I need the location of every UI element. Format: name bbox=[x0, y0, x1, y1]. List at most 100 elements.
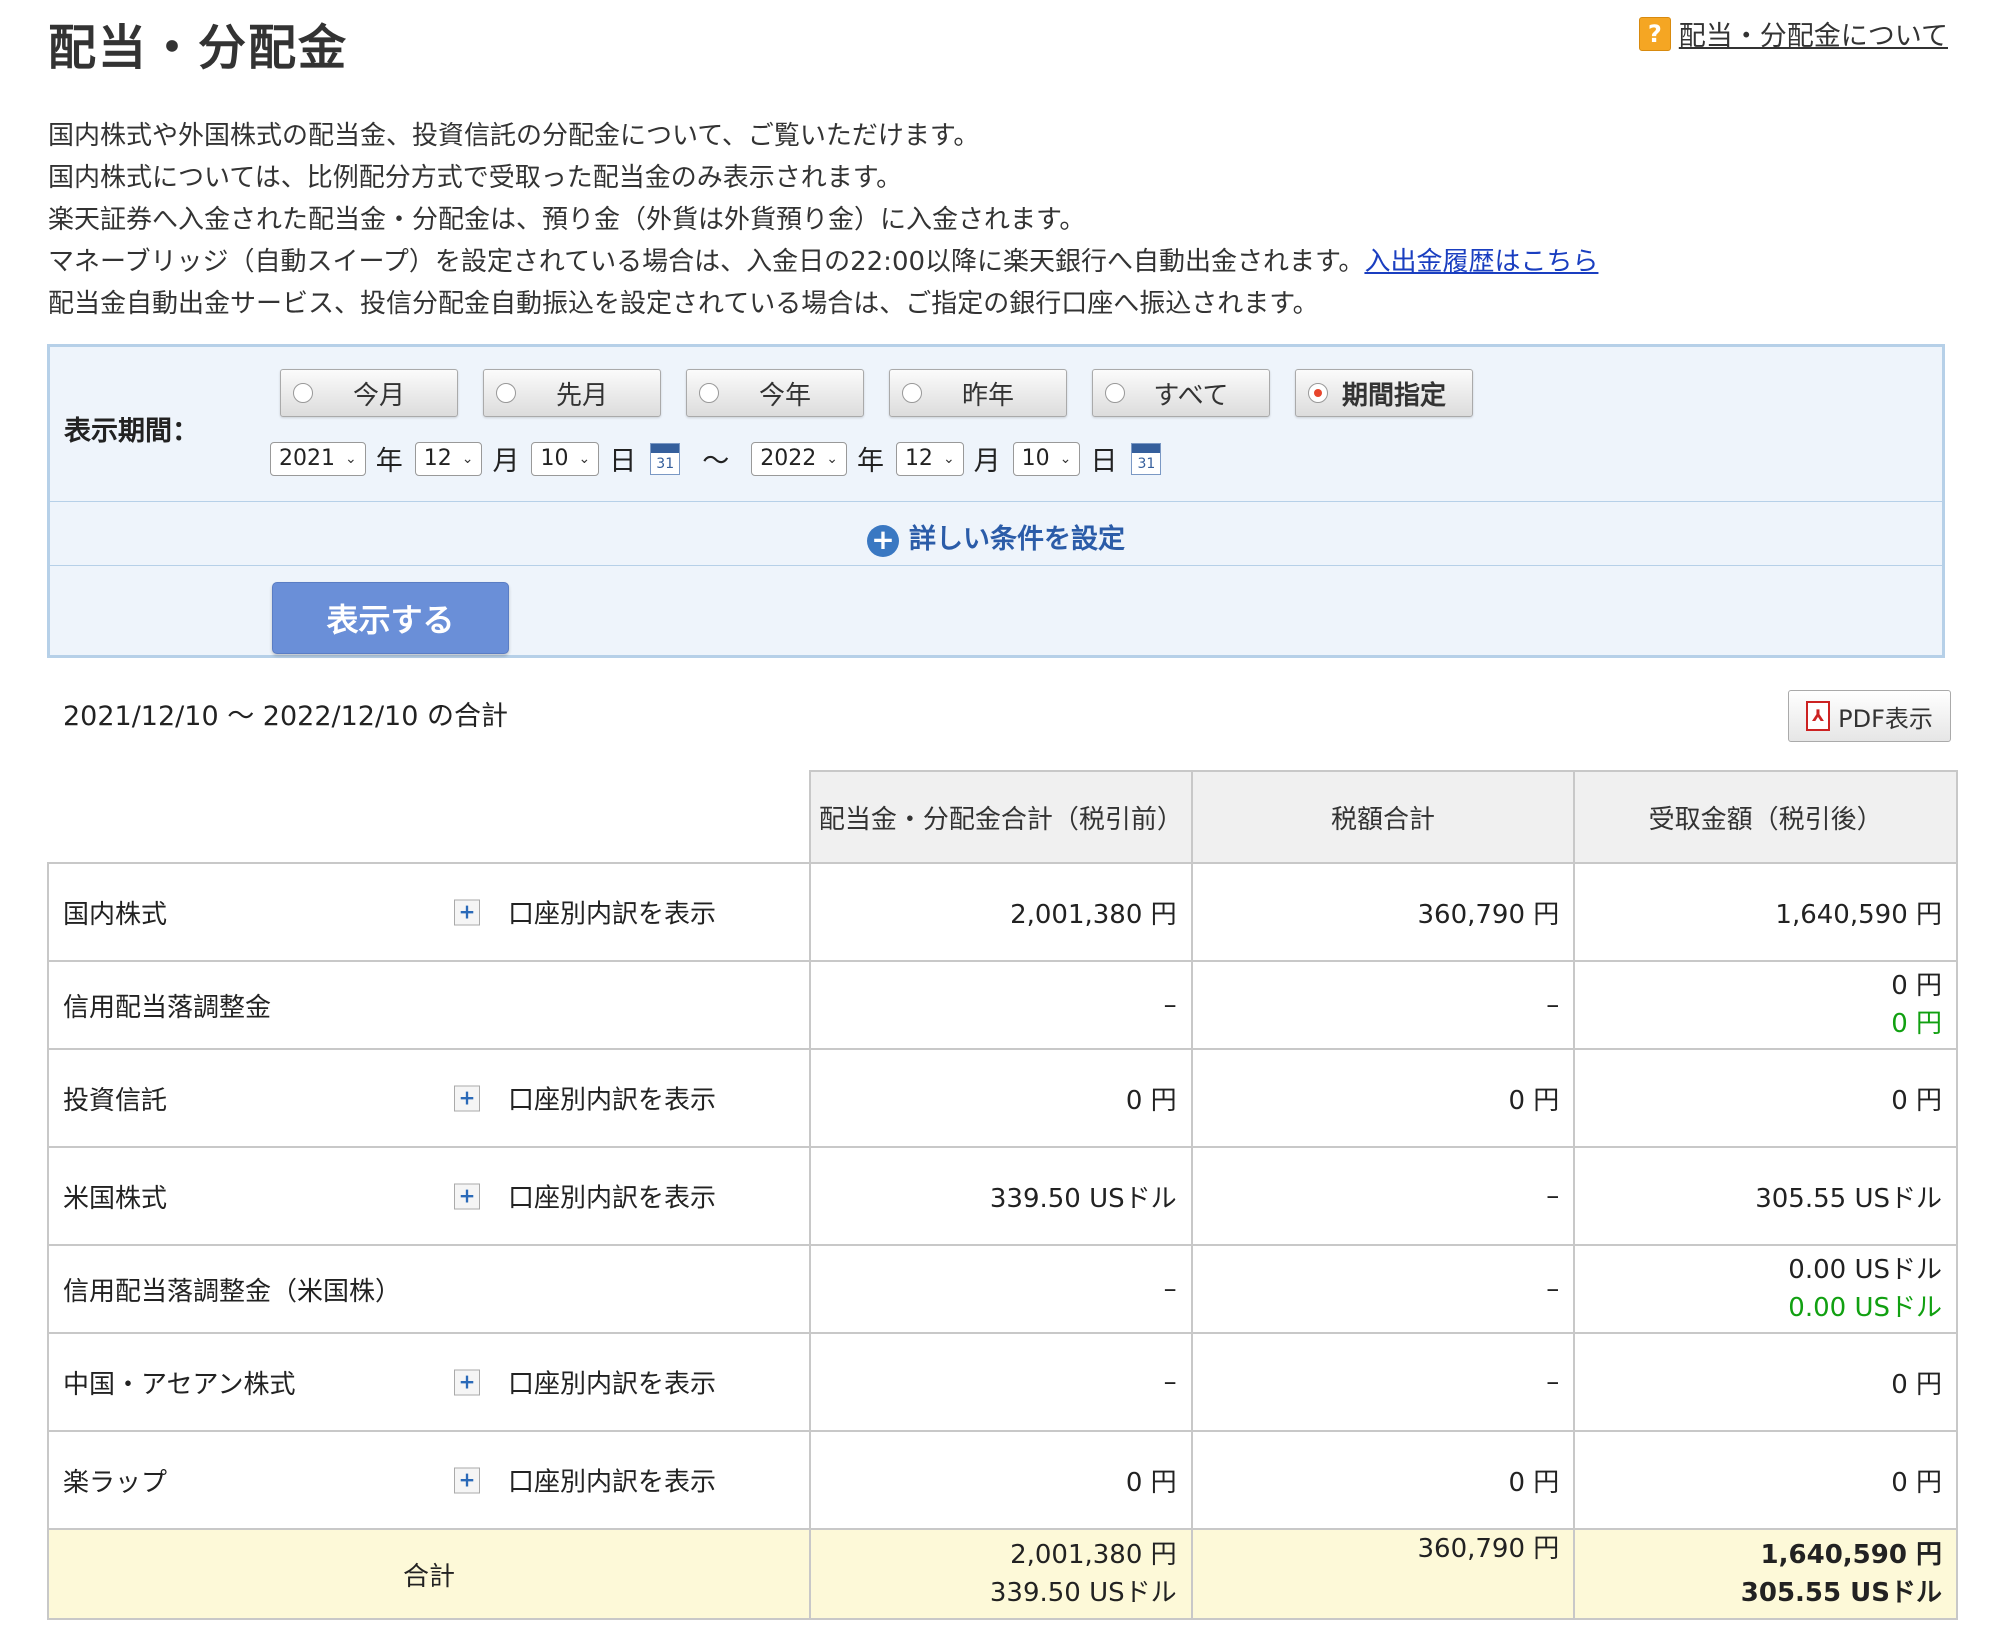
table-row: 中国・アセアン株式 + 口座別内訳を表示 – – 0 円 bbox=[47, 1332, 1958, 1432]
show-button[interactable]: 表示する bbox=[272, 582, 509, 654]
pre-tax-cell: – bbox=[808, 1244, 1193, 1334]
intro-line: 配当金自動出金サービス、投信分配金自動振込を設定されている場合は、ご指定の銀行口… bbox=[48, 289, 1319, 319]
select-value: 2022 bbox=[760, 446, 817, 471]
intro-line-text: マネーブリッジ（自動スイープ）を設定されている場合は、入金日の22:00以降に楽… bbox=[48, 247, 1365, 277]
pre-tax-cell: 0 円 bbox=[808, 1048, 1193, 1148]
chevron-down-icon: ⌄ bbox=[345, 450, 357, 467]
chevron-down-icon: ⌄ bbox=[461, 450, 474, 467]
breakdown-label: 口座別内訳を表示 bbox=[508, 1085, 717, 1116]
divider bbox=[50, 565, 1942, 566]
select-value: 12 bbox=[904, 446, 933, 471]
to-month-select[interactable]: 12 ⌄ bbox=[895, 441, 964, 476]
breakdown-toggle[interactable]: + 口座別内訳を表示 bbox=[454, 1080, 716, 1117]
row-name-cell: 投資信託 + 口座別内訳を表示 bbox=[47, 1048, 811, 1148]
row-name: 投資信託 bbox=[63, 1085, 168, 1116]
radio-label: すべて bbox=[1153, 380, 1229, 411]
radio-custom-period[interactable]: 期間指定 bbox=[1295, 369, 1473, 417]
radio-last-month[interactable]: 先月 bbox=[483, 369, 661, 417]
total-tax-cell: 360,790 円 bbox=[1190, 1528, 1576, 1620]
received-value: 0.00 USドル bbox=[1788, 1255, 1942, 1285]
intro-line: 国内株式や外国株式の配当金、投資信託の分配金について、ご覧いただけます。 bbox=[48, 121, 980, 151]
received-cell: 0 円 bbox=[1573, 1048, 1958, 1148]
tax-cell: 0 円 bbox=[1190, 1048, 1576, 1148]
total-received-jpy: 1,640,590 円 bbox=[1760, 1540, 1942, 1570]
pre-tax-cell: – bbox=[808, 1332, 1193, 1432]
table-header-row: 配当金・分配金合計（税引前） 税額合計 受取金額（税引後） bbox=[48, 770, 1958, 864]
radio-label: 先月 bbox=[555, 380, 608, 411]
received-cell: 305.55 USドル bbox=[1573, 1146, 1958, 1246]
row-name: 信用配当落調整金（米国株） bbox=[63, 1276, 402, 1307]
unit-year: 年 bbox=[856, 446, 884, 477]
pdf-button[interactable]: ⅄ PDF表示 bbox=[1788, 690, 1951, 742]
select-value: 10 bbox=[1021, 446, 1050, 471]
tax-cell: – bbox=[1190, 1332, 1576, 1432]
table-row: 米国株式 + 口座別内訳を表示 339.50 USドル – 305.55 USドル bbox=[47, 1146, 1958, 1246]
total-received-usd: 305.55 USドル bbox=[1740, 1578, 1942, 1608]
detail-conditions-link[interactable]: + 詳しい条件を設定 bbox=[50, 517, 1942, 557]
period-radio-group: 今月 先月 今年 昨年 すべて 期間指定 bbox=[280, 369, 1473, 417]
from-month-select[interactable]: 12 ⌄ bbox=[414, 441, 483, 476]
received-value-adjust: 0.00 USドル bbox=[1788, 1293, 1942, 1323]
breakdown-toggle[interactable]: + 口座別内訳を表示 bbox=[454, 1178, 716, 1215]
radio-this-month[interactable]: 今月 bbox=[280, 369, 458, 417]
page-title: 配当・分配金 bbox=[48, 20, 349, 76]
deposit-history-link[interactable]: 入出金履歴はこちら bbox=[1364, 247, 1598, 277]
plus-square-icon: + bbox=[454, 899, 480, 925]
calendar-icon[interactable]: 31 bbox=[1131, 442, 1162, 475]
from-year-select[interactable]: 2021 ⌄ bbox=[270, 441, 366, 476]
range-total-label: 2021/12/10 ～ 2022/12/10 の合計 bbox=[63, 701, 508, 732]
unit-month: 月 bbox=[973, 446, 1001, 477]
total-label: 合計 bbox=[47, 1528, 811, 1620]
select-value: 2021 bbox=[279, 446, 335, 471]
breakdown-toggle[interactable]: + 口座別内訳を表示 bbox=[454, 1364, 716, 1401]
date-range-row: 2021 ⌄ 年 12 ⌄ 月 10 ⌄ 日 31 ～ 2022 ⌄ 年 12 ⌄ 月 1… bbox=[270, 439, 1177, 478]
row-name-cell: 楽ラップ + 口座別内訳を表示 bbox=[47, 1430, 811, 1530]
unit-year: 年 bbox=[375, 446, 403, 477]
header-tax: 税額合計 bbox=[1190, 770, 1576, 864]
total-tax-jpy: 360,790 円 bbox=[1417, 1534, 1560, 1564]
row-name: 信用配当落調整金 bbox=[63, 992, 272, 1023]
tax-cell: – bbox=[1190, 1244, 1576, 1334]
breakdown-toggle[interactable]: + 口座別内訳を表示 bbox=[454, 894, 716, 931]
row-name-cell: 信用配当落調整金 bbox=[47, 960, 811, 1050]
breakdown-toggle[interactable]: + 口座別内訳を表示 bbox=[454, 1462, 716, 1499]
header-received: 受取金額（税引後） bbox=[1573, 770, 1958, 864]
row-name: 米国株式 bbox=[63, 1183, 168, 1214]
calendar-icon[interactable]: 31 bbox=[650, 442, 681, 475]
range-tilde: ～ bbox=[702, 446, 730, 477]
pre-tax-cell: 2,001,380 円 bbox=[808, 862, 1193, 962]
pdf-button-label: PDF表示 bbox=[1838, 704, 1933, 733]
pre-tax-cell: 339.50 USドル bbox=[808, 1146, 1193, 1246]
help-link[interactable]: ? 配当・分配金について bbox=[1638, 14, 1948, 53]
row-name: 楽ラップ bbox=[63, 1467, 168, 1498]
row-name-cell: 米国株式 + 口座別内訳を表示 bbox=[47, 1146, 811, 1246]
total-pre-tax-usd: 339.50 USドル bbox=[989, 1578, 1177, 1608]
dividend-summary-table: 配当金・分配金合計（税引前） 税額合計 受取金額（税引後） 国内株式 + 口座別内… bbox=[47, 770, 1958, 1620]
calendar-day: 31 bbox=[1137, 455, 1156, 472]
detail-conditions-label: 詳しい条件を設定 bbox=[909, 524, 1125, 555]
radio-all[interactable]: すべて bbox=[1092, 369, 1270, 417]
received-cell: 1,640,590 円 bbox=[1573, 862, 1958, 962]
intro-line: マネーブリッジ（自動スイープ）を設定されている場合は、入金日の22:00以降に楽… bbox=[48, 241, 1598, 283]
question-icon: ? bbox=[1638, 16, 1671, 51]
to-day-select[interactable]: 10 ⌄ bbox=[1012, 441, 1081, 476]
received-cell: 0 円 0 円 bbox=[1573, 960, 1958, 1050]
table-header-blank bbox=[48, 771, 810, 864]
pre-tax-cell: – bbox=[808, 960, 1193, 1050]
period-label: 表示期間： bbox=[64, 416, 199, 447]
help-link-text[interactable]: 配当・分配金について bbox=[1679, 14, 1948, 53]
from-day-select[interactable]: 10 ⌄ bbox=[531, 441, 600, 476]
to-year-select[interactable]: 2022 ⌄ bbox=[751, 441, 847, 476]
plus-square-icon: + bbox=[454, 1085, 480, 1111]
row-name: 国内株式 bbox=[63, 899, 168, 930]
divider bbox=[50, 501, 1942, 502]
chevron-down-icon: ⌄ bbox=[1059, 450, 1072, 467]
tax-cell: 360,790 円 bbox=[1190, 862, 1576, 962]
plus-square-icon: + bbox=[454, 1467, 480, 1493]
chevron-down-icon: ⌄ bbox=[578, 450, 591, 467]
radio-last-year[interactable]: 昨年 bbox=[889, 369, 1067, 417]
radio-this-year[interactable]: 今年 bbox=[686, 369, 864, 417]
row-name-cell: 中国・アセアン株式 + 口座別内訳を表示 bbox=[47, 1332, 811, 1432]
row-name-cell: 信用配当落調整金（米国株） bbox=[47, 1244, 811, 1334]
received-cell: 0.00 USドル 0.00 USドル bbox=[1573, 1244, 1958, 1334]
